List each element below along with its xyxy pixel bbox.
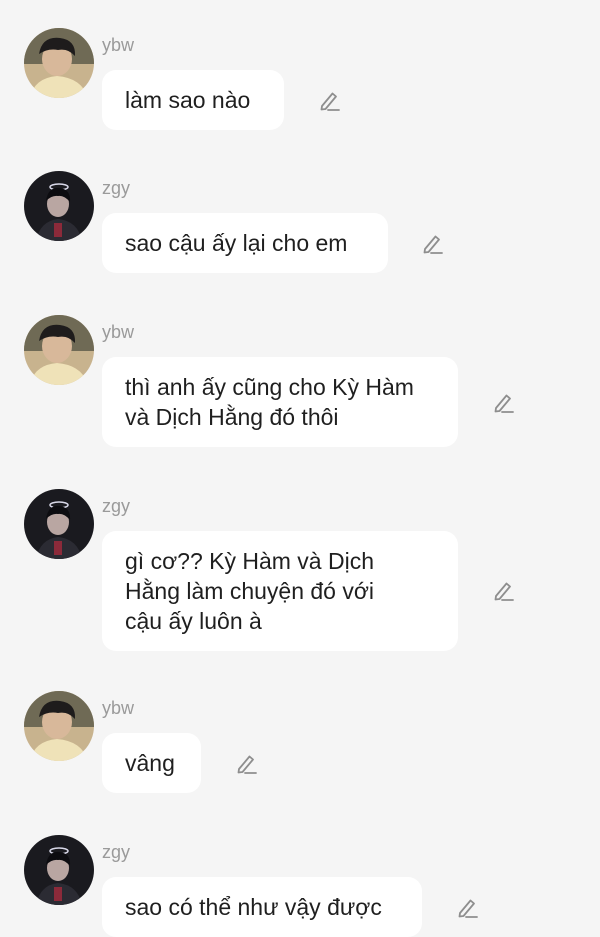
message-bubble[interactable]: sao cậu ấy lại cho em xyxy=(102,213,388,273)
sender-name: zgy xyxy=(102,496,131,516)
sender-name: zgy xyxy=(102,842,131,862)
avatar-zgy[interactable] xyxy=(24,171,94,241)
message-text-line: thì anh ấy cũng cho Kỳ Hàm xyxy=(125,374,414,400)
message-text-line: cậu ấy luôn à xyxy=(125,608,262,634)
message-text-line: Hằng làm chuyện đó với xyxy=(125,578,375,604)
sender-name: zgy xyxy=(102,178,131,198)
pencil-icon[interactable] xyxy=(491,579,515,603)
message-text-line: và Dịch Hằng đó thôi xyxy=(125,404,339,430)
message-bubble[interactable]: vâng xyxy=(102,733,201,793)
pencil-icon[interactable] xyxy=(420,232,444,256)
avatar-ybw[interactable] xyxy=(24,28,94,98)
message-text: vâng xyxy=(125,750,175,776)
sender-name: ybw xyxy=(102,322,135,342)
message-text: sao có thể như vậy được xyxy=(125,894,382,920)
avatar-ybw[interactable] xyxy=(24,315,94,385)
message-text: làm sao nào xyxy=(125,87,251,113)
message-bubble[interactable]: thì anh ấy cũng cho Kỳ Hàm và Dịch Hằng … xyxy=(102,357,458,447)
avatar-zgy[interactable] xyxy=(24,835,94,905)
message-bubble[interactable]: làm sao nào xyxy=(102,70,284,130)
pencil-icon[interactable] xyxy=(234,752,258,776)
message-text: sao cậu ấy lại cho em xyxy=(125,230,348,256)
sender-name: ybw xyxy=(102,35,135,55)
pencil-icon[interactable] xyxy=(317,89,341,113)
pencil-icon[interactable] xyxy=(491,391,515,415)
message-text-line: gì cơ?? Kỳ Hàm và Dịch xyxy=(125,548,375,574)
sender-name: ybw xyxy=(102,698,135,718)
avatar-zgy[interactable] xyxy=(24,489,94,559)
message-bubble[interactable]: sao có thể như vậy được xyxy=(102,877,422,937)
chat-thread: ybw làm sao nào zgy sao cậu ấy lại cho e… xyxy=(0,0,600,937)
pencil-icon[interactable] xyxy=(455,896,479,920)
message-bubble[interactable]: gì cơ?? Kỳ Hàm và Dịch Hằng làm chuyện đ… xyxy=(102,531,458,651)
avatar-ybw[interactable] xyxy=(24,691,94,761)
